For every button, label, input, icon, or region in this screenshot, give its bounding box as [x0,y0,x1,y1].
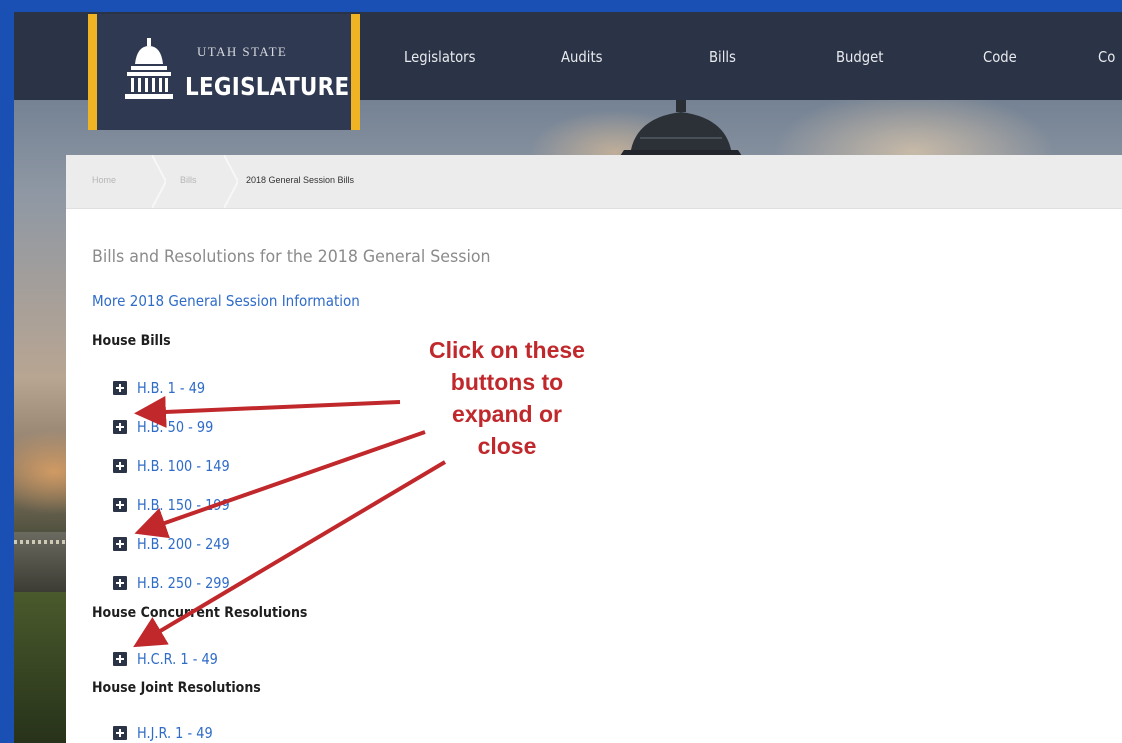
breadcrumb-separator-icon [224,155,238,208]
bill-range-link[interactable]: H.B. 150 - 199 [137,496,230,514]
expand-plus-icon[interactable] [113,726,127,740]
session-info-link[interactable]: More 2018 General Session Information [92,292,360,310]
expand-plus-icon[interactable] [113,576,127,590]
nav-legislators[interactable]: Legislators [404,48,475,66]
page-title: Bills and Resolutions for the 2018 Gener… [92,247,491,267]
breadcrumb-home[interactable]: Home [92,175,116,185]
logo-subtitle: UTAH STATE [197,44,288,59]
lawn-image [14,592,74,743]
site-logo[interactable]: UTAH STATE LEGISLATURE [88,14,360,130]
capitol-dome-image [620,100,742,156]
bill-range-link[interactable]: H.B. 50 - 99 [137,418,213,436]
annotation-line: buttons to [450,369,564,395]
nav-item-cut-off[interactable]: Co [1098,48,1115,66]
annotation-line: close [477,433,537,459]
expand-plus-icon[interactable] [113,459,127,473]
nav-bills[interactable]: Bills [709,48,736,66]
bill-range-link[interactable]: H.B. 1 - 49 [137,379,205,397]
nav-code[interactable]: Code [983,48,1017,66]
expand-plus-icon[interactable] [113,381,127,395]
annotation-line: expand or [452,401,562,427]
section-heading-house-concurrent-resolutions: House Concurrent Resolutions [92,605,308,621]
bill-range-link[interactable]: H.C.R. 1 - 49 [137,650,218,668]
expand-plus-icon[interactable] [113,537,127,551]
nav-budget[interactable]: Budget [836,48,883,66]
breadcrumb-separator-icon [152,155,166,208]
instruction-annotation: Click on these buttons to expand or clos… [400,334,614,462]
capitol-building-image [14,532,74,592]
section-heading-house-bills: House Bills [92,333,171,349]
section-heading-house-joint-resolutions: House Joint Resolutions [92,680,261,696]
capitol-icon [125,38,173,99]
breadcrumb-current: 2018 General Session Bills [246,175,355,185]
logo-title: LEGISLATURE [185,72,350,101]
breadcrumb: Home Bills 2018 General Session Bills [66,155,1122,209]
nav-audits[interactable]: Audits [561,48,602,66]
breadcrumb-bills[interactable]: Bills [180,175,197,185]
expand-plus-icon[interactable] [113,420,127,434]
bill-range-link[interactable]: H.B. 250 - 299 [137,574,230,592]
bill-range-link[interactable]: H.J.R. 1 - 49 [137,724,213,742]
bill-range-link[interactable]: H.B. 200 - 249 [137,535,230,553]
annotation-line: Click on these [429,337,585,363]
bill-range-link[interactable]: H.B. 100 - 149 [137,457,230,475]
expand-plus-icon[interactable] [113,498,127,512]
expand-plus-icon[interactable] [113,652,127,666]
